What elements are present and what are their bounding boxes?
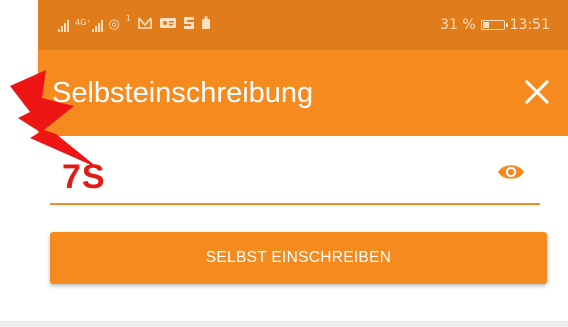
battery-icon — [480, 20, 508, 30]
battery-level — [482, 22, 489, 28]
status-icons-left: 4G⁺ ◎ 1 — [58, 15, 211, 35]
signal-icon: 4G⁺ — [75, 17, 103, 32]
visibility-toggle-button[interactable] — [496, 160, 526, 184]
status-icons-right: 31 % 13:51 — [440, 15, 550, 35]
clock: 13:51 — [509, 17, 550, 33]
message-icon — [159, 16, 177, 34]
wifi-icon: ◎ — [108, 17, 120, 32]
close-icon — [524, 79, 550, 105]
notification-icon — [137, 16, 153, 34]
content-divider — [0, 321, 568, 327]
status-bar: 4G⁺ ◎ 1 31 % 13:51 — [38, 0, 568, 50]
network-type-label: 4G⁺ — [75, 17, 91, 27]
input-underline — [50, 203, 540, 205]
close-button[interactable] — [522, 77, 552, 107]
battery-percent: 31 % — [440, 17, 476, 33]
app-icon — [201, 16, 211, 34]
app-bar: Selbsteinschreibung — [38, 50, 568, 136]
lightning-icon — [10, 70, 98, 168]
signal-icon — [58, 19, 69, 32]
notification-badge: 1 — [125, 14, 131, 23]
eye-icon — [498, 165, 524, 179]
app-screen: 4G⁺ ◎ 1 31 % 13:51 Selbsteinschreibung 7… — [0, 0, 568, 327]
self-enroll-button[interactable]: SELBST EINSCHREIBEN — [50, 232, 547, 284]
app-icon — [183, 16, 195, 34]
